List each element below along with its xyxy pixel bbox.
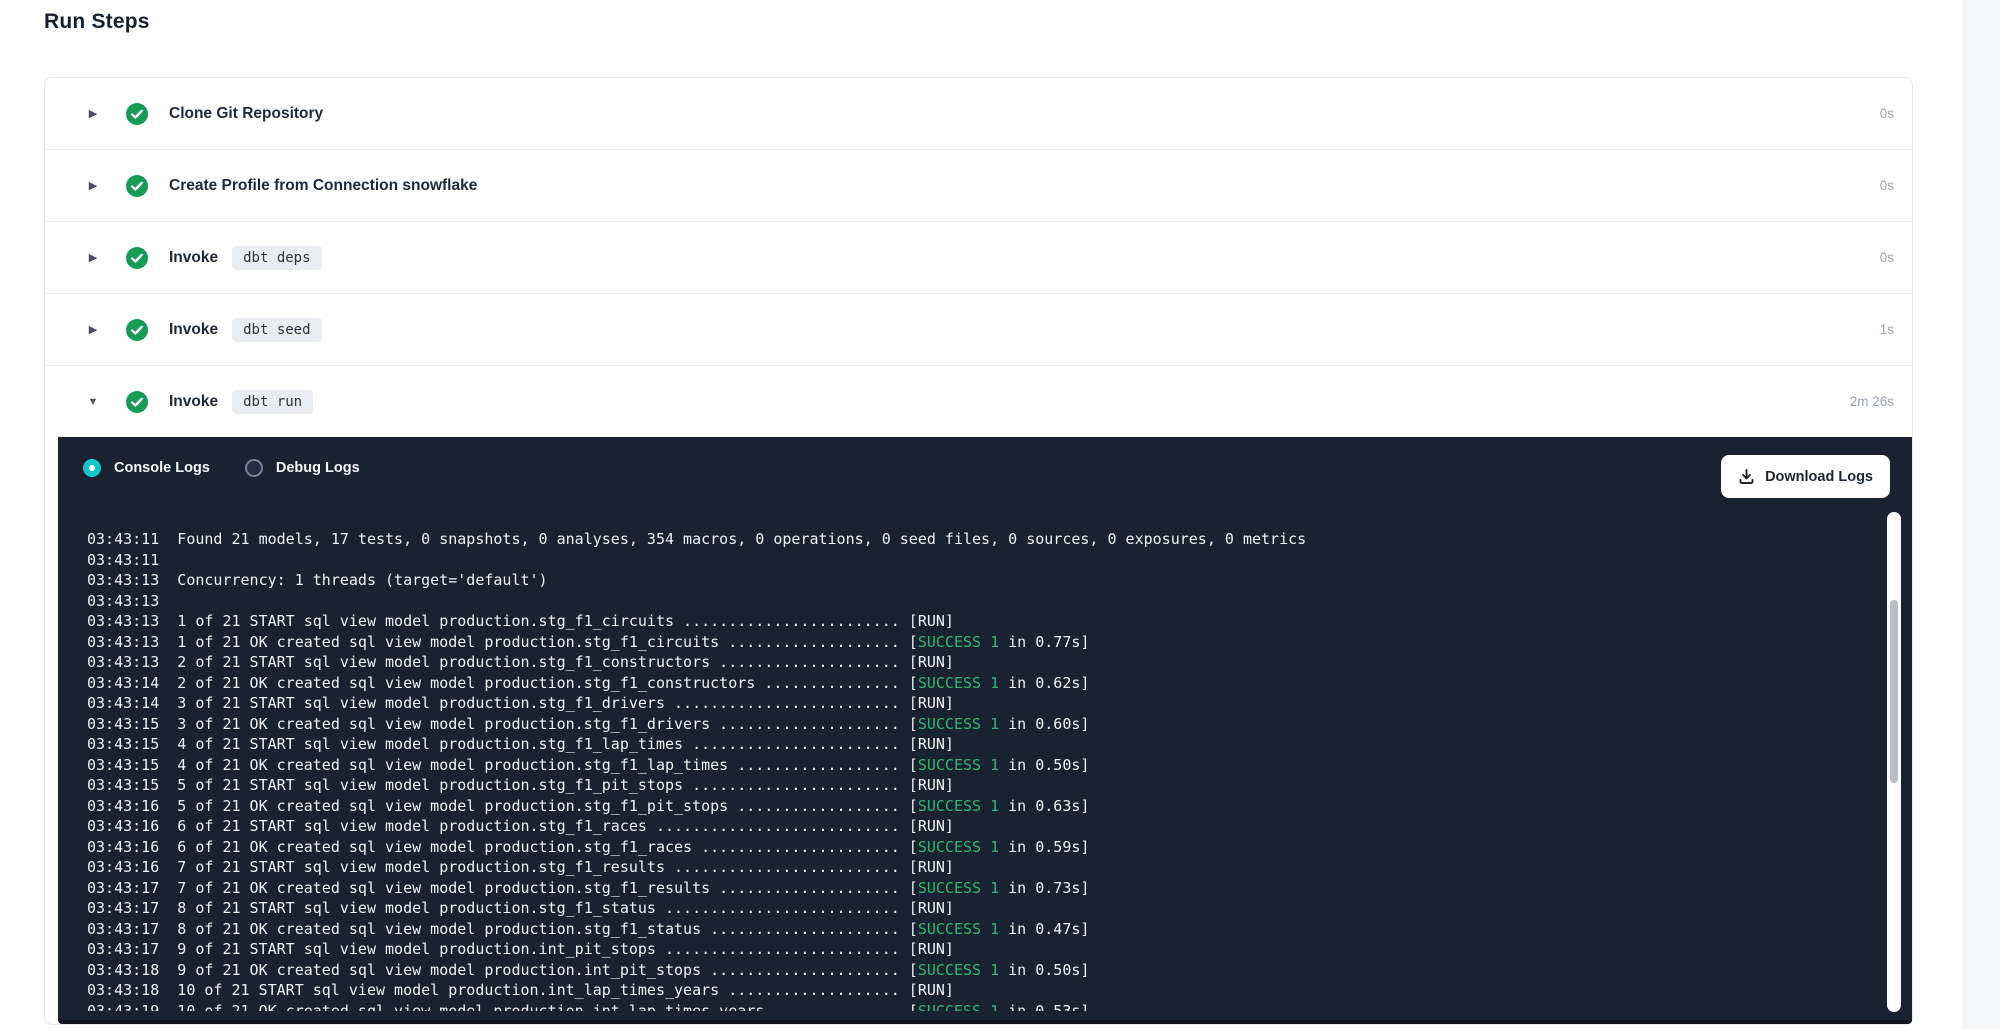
step-duration: 1s bbox=[1880, 322, 1912, 337]
radio-selected-icon bbox=[83, 459, 101, 477]
log-line: 03:43:17 8 of 21 OK created sql view mod… bbox=[87, 919, 1864, 940]
console-log-lines: 03:43:11 Found 21 models, 17 tests, 0 sn… bbox=[87, 529, 1864, 1011]
log-line: 03:43:16 6 of 21 START sql view model pr… bbox=[87, 816, 1864, 837]
log-line: 03:43:11 bbox=[87, 550, 1864, 571]
caret-down-icon[interactable]: ▼ bbox=[85, 396, 101, 408]
log-line: 03:43:14 2 of 21 OK created sql view mod… bbox=[87, 673, 1864, 694]
check-circle-icon bbox=[126, 391, 148, 413]
log-line: 03:43:15 5 of 21 START sql view model pr… bbox=[87, 775, 1864, 796]
log-line: 03:43:13 1 of 21 START sql view model pr… bbox=[87, 611, 1864, 632]
caret-right-icon[interactable]: ▶ bbox=[85, 179, 101, 192]
log-line: 03:43:18 9 of 21 OK created sql view mod… bbox=[87, 960, 1864, 981]
log-tab-debug-logs[interactable]: Debug Logs bbox=[245, 459, 360, 477]
log-line: 03:43:13 1 of 21 OK created sql view mod… bbox=[87, 632, 1864, 653]
log-line: 03:43:18 10 of 21 START sql view model p… bbox=[87, 980, 1864, 1001]
log-line: 03:43:15 3 of 21 OK created sql view mod… bbox=[87, 714, 1864, 735]
log-tab-label: Console Logs bbox=[114, 460, 210, 476]
caret-right-icon[interactable]: ▶ bbox=[85, 323, 101, 336]
check-circle-icon bbox=[126, 319, 148, 341]
caret-right-icon[interactable]: ▶ bbox=[85, 251, 101, 264]
log-line: 03:43:13 Concurrency: 1 threads (target=… bbox=[87, 570, 1864, 591]
log-line: 03:43:17 7 of 21 OK created sql view mod… bbox=[87, 878, 1864, 899]
step-row-create-profile-from-connection-snowflake[interactable]: ▶ Create Profile from Connection snowfla… bbox=[45, 150, 1912, 222]
log-line: 03:43:15 4 of 21 START sql view model pr… bbox=[87, 734, 1864, 755]
log-line: 03:43:16 5 of 21 OK created sql view mod… bbox=[87, 796, 1864, 817]
step-row-invoke-dbt-run[interactable]: ▼ Invoke dbt run 2m 26s bbox=[45, 366, 1912, 437]
step-row-invoke-dbt-seed[interactable]: ▶ Invoke dbt seed 1s bbox=[45, 294, 1912, 366]
step-duration: 0s bbox=[1880, 250, 1912, 265]
step-label: Invoke bbox=[169, 321, 218, 339]
check-circle-icon bbox=[126, 247, 148, 269]
run-steps-page: Run Steps ▶ Clone Git Repository 0s ▶ Cr… bbox=[0, 0, 2000, 1029]
log-line: 03:43:16 6 of 21 OK created sql view mod… bbox=[87, 837, 1864, 858]
download-logs-label: Download Logs bbox=[1765, 469, 1873, 485]
log-line: 03:43:15 4 of 21 OK created sql view mod… bbox=[87, 755, 1864, 776]
run-steps-list: ▶ Clone Git Repository 0s ▶ Create Profi… bbox=[45, 78, 1912, 437]
log-line: 03:43:17 8 of 21 START sql view model pr… bbox=[87, 898, 1864, 919]
log-tab-label: Debug Logs bbox=[276, 460, 360, 476]
run-steps-card: ▶ Clone Git Repository 0s ▶ Create Profi… bbox=[44, 77, 1913, 1025]
log-line: 03:43:13 bbox=[87, 591, 1864, 612]
step-command-badge: dbt run bbox=[232, 390, 313, 414]
log-line: 03:43:16 7 of 21 START sql view model pr… bbox=[87, 857, 1864, 878]
page-title: Run Steps bbox=[44, 10, 150, 34]
step-row-clone-git-repository[interactable]: ▶ Clone Git Repository 0s bbox=[45, 78, 1912, 150]
log-line: 03:43:11 Found 21 models, 17 tests, 0 sn… bbox=[87, 529, 1864, 550]
step-label: Create Profile from Connection snowflake bbox=[169, 177, 477, 195]
log-line: 03:43:14 3 of 21 START sql view model pr… bbox=[87, 693, 1864, 714]
log-line: 03:43:17 9 of 21 START sql view model pr… bbox=[87, 939, 1864, 960]
page-right-gutter bbox=[1963, 0, 2000, 1029]
download-icon bbox=[1738, 469, 1755, 485]
step-label: Invoke bbox=[169, 393, 218, 411]
step-label: Clone Git Repository bbox=[169, 105, 323, 123]
console-log-output: 03:43:11 Found 21 models, 17 tests, 0 sn… bbox=[87, 499, 1864, 1011]
download-logs-button[interactable]: Download Logs bbox=[1721, 455, 1890, 498]
log-line: 03:43:13 2 of 21 START sql view model pr… bbox=[87, 652, 1864, 673]
log-tab-console-logs[interactable]: Console Logs bbox=[83, 459, 210, 477]
check-circle-icon bbox=[126, 103, 148, 125]
step-duration: 0s bbox=[1880, 178, 1912, 193]
step-duration: 0s bbox=[1880, 106, 1912, 121]
log-line: 03:43:19 10 of 21 OK created sql view mo… bbox=[87, 1001, 1864, 1012]
log-scrollbar-track[interactable] bbox=[1887, 512, 1901, 1012]
step-command-badge: dbt seed bbox=[232, 318, 321, 342]
log-tabs: Console Logs Debug Logs bbox=[83, 459, 360, 477]
step-label: Invoke bbox=[169, 249, 218, 267]
radio-unselected-icon bbox=[245, 459, 263, 477]
caret-right-icon[interactable]: ▶ bbox=[85, 107, 101, 120]
step-row-invoke-dbt-deps[interactable]: ▶ Invoke dbt deps 0s bbox=[45, 222, 1912, 294]
log-scrollbar-thumb[interactable] bbox=[1890, 600, 1898, 783]
step-command-badge: dbt deps bbox=[232, 246, 321, 270]
check-circle-icon bbox=[126, 175, 148, 197]
step-duration: 2m 26s bbox=[1850, 394, 1912, 409]
log-panel: Console Logs Debug Logs Download Logs 03… bbox=[58, 437, 1912, 1024]
